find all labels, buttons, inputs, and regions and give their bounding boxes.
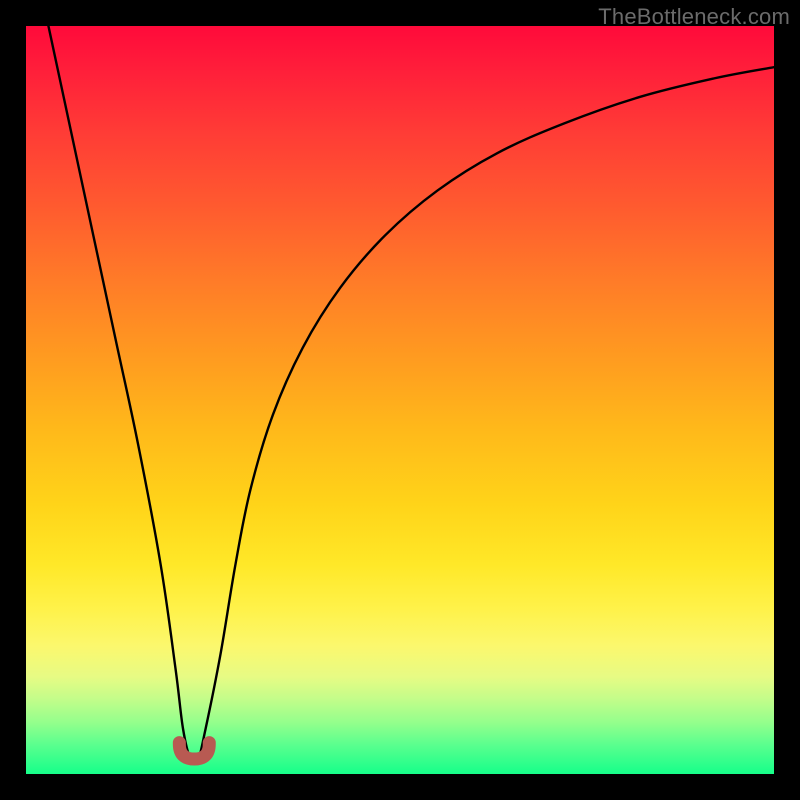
plot-area (26, 26, 774, 774)
minimum-marker (179, 743, 209, 759)
chart-frame: TheBottleneck.com (0, 0, 800, 800)
bottleneck-curve (48, 26, 774, 763)
curve-layer (26, 26, 774, 774)
